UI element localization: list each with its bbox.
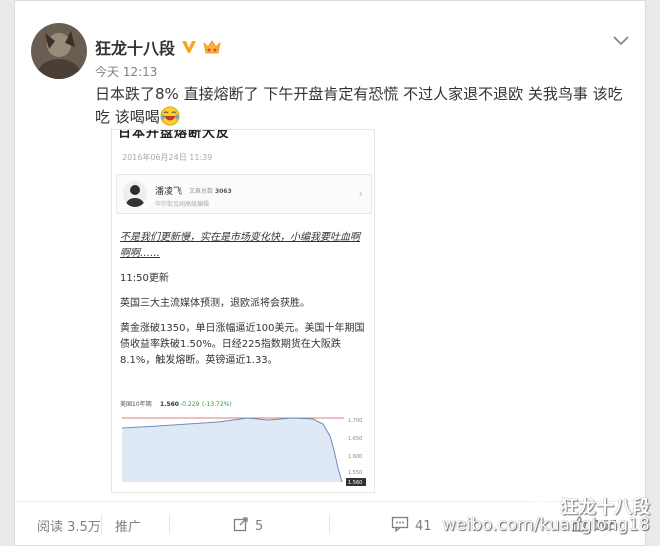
treasury-yield-chart: 美国10年期 1.560 -0.229 (-13.72%) 1.700 1.65… (118, 398, 370, 488)
chevron-right-icon: › (358, 187, 363, 200)
chevron-down-icon[interactable] (613, 31, 629, 46)
chart-change: -0.229 (180, 401, 200, 408)
weibo-watermark: 狂龙十八段 weibo.com/kuanglong18 (442, 487, 652, 545)
repost-button[interactable]: 5 (233, 516, 263, 536)
article-body: 不是我们更新慢，实在是市场变化快，小编我要吐血啊啊啊…… 11:50更新 英国三… (120, 230, 368, 378)
weibo-post-card: 狂龙十八段 今天 12:13 日本跌了8% 直接熔断了 下午开盘肯定有恐慌 不过… (14, 0, 647, 546)
laughing-emoji-icon (160, 106, 180, 126)
author-meta-label: 文章总数 (189, 188, 214, 195)
chart-caption: 美国10年期 (120, 400, 152, 408)
article-date: 2016年06月24日 11:39 (122, 153, 213, 162)
chart-axis-label: 1.650 (348, 436, 362, 442)
chart-value: 1.560 (160, 401, 179, 408)
weibo-logo-icon (528, 489, 558, 513)
article-cut-header: 日本开盘熔断大反 (118, 129, 231, 138)
chart-axis-label: 1.600 (348, 454, 362, 460)
repost-icon (233, 516, 249, 536)
author-article-count: 3063 (214, 188, 232, 195)
promote-button[interactable]: 推广 (115, 516, 141, 535)
author-name: 潘凌飞 (155, 187, 183, 197)
comment-button[interactable]: 41 (391, 516, 432, 536)
comment-icon (391, 516, 409, 536)
update-time: 11:50更新 (120, 273, 169, 284)
read-count-label: 阅读 3.5万 (37, 520, 101, 535)
author-meta: 文章总数 3063 (189, 186, 232, 195)
chart-percent: (-13.72%) (202, 401, 232, 408)
vip-crown-icon[interactable] (203, 39, 221, 55)
post-timestamp[interactable]: 今天 12:13 (95, 63, 157, 80)
verified-v-icon[interactable] (181, 39, 197, 55)
promote-label: 推广 (115, 520, 142, 535)
watermark-url: weibo.com/kuanglong18 (442, 515, 650, 535)
embedded-article-image[interactable]: 日本开盘熔断大反 2016年06月24日 11:39 潘凌飞 文章总数 3063… (111, 129, 375, 493)
divider (101, 514, 102, 534)
read-count: 阅读 3.5万 (37, 516, 101, 535)
chart-axis-label: 1.700 (348, 418, 362, 424)
author-box: 潘凌飞 文章总数 3063 华尔街见闻高级编辑 › (116, 174, 372, 214)
post-text: 日本跌了8% 直接熔断了 下午开盘肯定有恐慌 不过人家退不退欧 关我鸟事 该吃吃… (95, 83, 635, 129)
author-title: 华尔街见闻高级编辑 (155, 201, 210, 208)
paragraph-2: 黄金涨破1350，单日涨幅逼近100美元。美国十年期国债收益率跌破1.50%。日… (120, 323, 365, 366)
divider (329, 514, 330, 534)
username[interactable]: 狂龙十八段 (95, 35, 175, 59)
comment-count: 41 (415, 518, 432, 534)
paragraph-1: 英国三大主流媒体预测，退欧派将会获胜。 (120, 298, 310, 309)
italic-note: 不是我们更新慢，实在是市场变化快，小编我要吐血啊啊啊…… (120, 232, 360, 259)
divider (169, 514, 170, 534)
name-row: 狂龙十八段 (95, 35, 221, 59)
chart-area (122, 418, 342, 482)
chart-last-value: 1.560 (348, 480, 362, 486)
chart-axis-label: 1.550 (348, 470, 362, 476)
author-avatar (123, 181, 147, 207)
repost-count: 5 (255, 518, 264, 534)
user-avatar[interactable] (31, 23, 87, 79)
